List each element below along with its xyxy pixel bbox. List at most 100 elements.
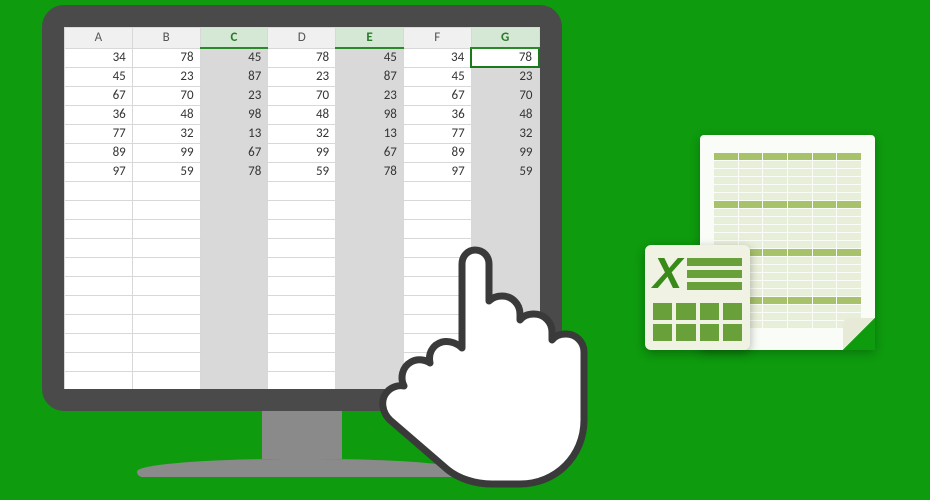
cell[interactable] (132, 219, 200, 238)
cell[interactable]: 48 (132, 105, 200, 124)
cell[interactable] (65, 238, 133, 257)
cell[interactable]: 98 (200, 105, 268, 124)
cell[interactable]: 59 (132, 162, 200, 181)
cell[interactable]: 89 (65, 143, 133, 162)
cell[interactable]: 99 (471, 143, 539, 162)
cell[interactable] (200, 200, 268, 219)
cell[interactable]: 23 (132, 67, 200, 86)
cell[interactable] (132, 314, 200, 333)
cell[interactable] (200, 181, 268, 200)
column-header-a[interactable]: A (65, 28, 133, 49)
cell[interactable]: 78 (268, 48, 336, 67)
cell[interactable] (268, 333, 336, 352)
cell[interactable] (268, 371, 336, 389)
cell[interactable] (336, 200, 404, 219)
cell[interactable]: 23 (268, 67, 336, 86)
cell[interactable] (132, 276, 200, 295)
cell[interactable]: 78 (336, 162, 404, 181)
cell[interactable]: 59 (471, 162, 539, 181)
cell[interactable] (65, 200, 133, 219)
cell[interactable]: 77 (65, 124, 133, 143)
cell[interactable] (200, 371, 268, 389)
cell[interactable] (132, 200, 200, 219)
cell[interactable]: 77 (403, 124, 471, 143)
cell[interactable]: 70 (268, 86, 336, 105)
cell[interactable] (132, 352, 200, 371)
cell[interactable] (268, 238, 336, 257)
cell[interactable]: 70 (471, 86, 539, 105)
cell[interactable] (65, 333, 133, 352)
cell[interactable]: 45 (200, 48, 268, 67)
cell[interactable]: 99 (132, 143, 200, 162)
cell[interactable] (336, 181, 404, 200)
cell[interactable] (65, 295, 133, 314)
cell[interactable]: 98 (336, 105, 404, 124)
cell[interactable] (268, 295, 336, 314)
cell[interactable] (132, 257, 200, 276)
column-header-c[interactable]: C (200, 28, 268, 49)
cell[interactable] (268, 276, 336, 295)
cell[interactable] (200, 257, 268, 276)
cell[interactable] (65, 181, 133, 200)
column-header-g[interactable]: G (471, 28, 539, 49)
cell[interactable] (132, 371, 200, 389)
cell[interactable] (132, 295, 200, 314)
cell[interactable] (65, 276, 133, 295)
cell[interactable] (403, 200, 471, 219)
column-header-b[interactable]: B (132, 28, 200, 49)
cell[interactable] (471, 200, 539, 219)
cell[interactable]: 45 (65, 67, 133, 86)
cell[interactable]: 78 (471, 48, 539, 67)
cell[interactable] (200, 352, 268, 371)
cell[interactable] (471, 181, 539, 200)
cell[interactable]: 67 (200, 143, 268, 162)
cell[interactable] (65, 314, 133, 333)
cell[interactable]: 13 (200, 124, 268, 143)
cell[interactable]: 87 (200, 67, 268, 86)
cell[interactable] (200, 276, 268, 295)
cell[interactable]: 59 (268, 162, 336, 181)
cell[interactable] (132, 238, 200, 257)
cell[interactable] (403, 181, 471, 200)
cell[interactable] (268, 314, 336, 333)
column-header-e[interactable]: E (336, 28, 404, 49)
cell[interactable]: 99 (268, 143, 336, 162)
cell[interactable]: 45 (403, 67, 471, 86)
cell[interactable] (268, 257, 336, 276)
cell[interactable] (200, 238, 268, 257)
cell[interactable] (200, 295, 268, 314)
cell[interactable]: 67 (65, 86, 133, 105)
cell[interactable] (268, 219, 336, 238)
cell[interactable]: 23 (200, 86, 268, 105)
column-header-d[interactable]: D (268, 28, 336, 49)
cell[interactable] (200, 314, 268, 333)
cell[interactable] (65, 352, 133, 371)
cell[interactable]: 67 (336, 143, 404, 162)
cell[interactable] (65, 219, 133, 238)
cell[interactable]: 32 (471, 124, 539, 143)
cell[interactable]: 36 (65, 105, 133, 124)
cell[interactable]: 23 (336, 86, 404, 105)
cell[interactable]: 89 (403, 143, 471, 162)
cell[interactable]: 70 (132, 86, 200, 105)
cell[interactable]: 45 (336, 48, 404, 67)
cell[interactable]: 67 (403, 86, 471, 105)
cell[interactable]: 32 (268, 124, 336, 143)
cell[interactable]: 78 (132, 48, 200, 67)
cell[interactable]: 97 (403, 162, 471, 181)
cell[interactable]: 87 (336, 67, 404, 86)
cell[interactable]: 13 (336, 124, 404, 143)
cell[interactable]: 34 (65, 48, 133, 67)
cell[interactable] (65, 371, 133, 389)
cell[interactable]: 78 (200, 162, 268, 181)
cell[interactable] (132, 181, 200, 200)
cell[interactable] (132, 333, 200, 352)
cell[interactable] (268, 181, 336, 200)
cell[interactable] (200, 333, 268, 352)
cell[interactable] (200, 219, 268, 238)
cell[interactable] (268, 200, 336, 219)
cell[interactable]: 48 (268, 105, 336, 124)
cell[interactable] (268, 352, 336, 371)
cell[interactable]: 34 (403, 48, 471, 67)
cell[interactable]: 97 (65, 162, 133, 181)
